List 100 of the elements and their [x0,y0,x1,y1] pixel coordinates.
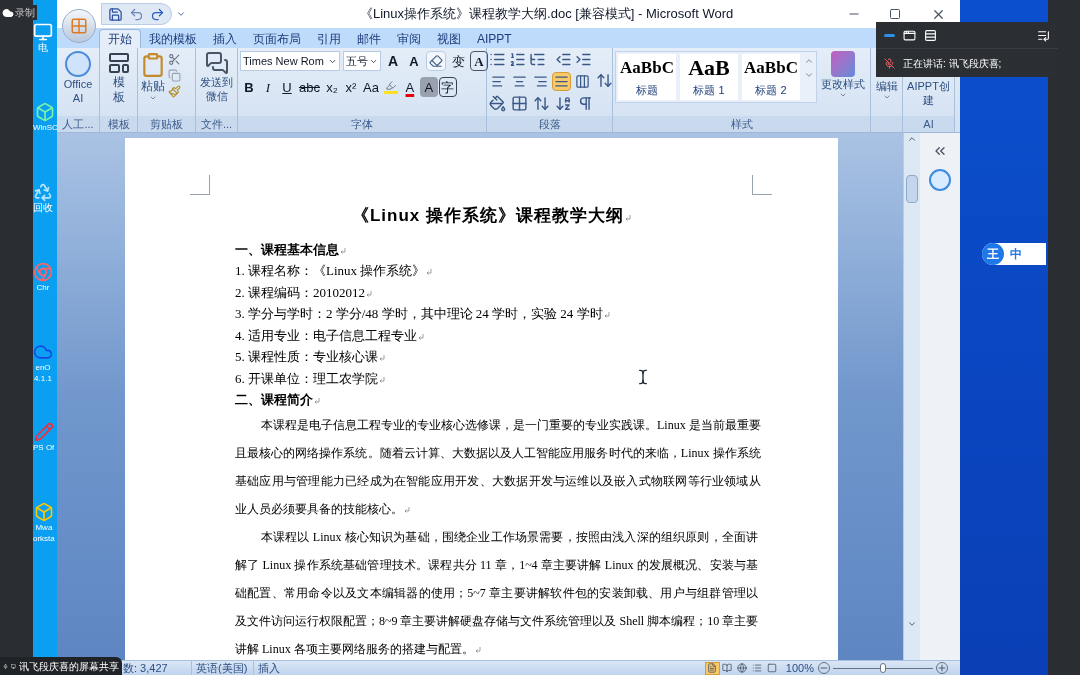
stack-icon[interactable] [924,28,937,42]
list-item: 4. 适用专业：电子信息工程专业 [235,324,424,346]
style-swatch[interactable]: AaB 标题 1 [680,54,738,100]
format-button[interactable]: x₂ [322,77,341,97]
align-button[interactable] [573,72,592,91]
list-item: 3. 学分与学时：2 学分/48 学时，其中理论 24 学时，实验 24 学时 [235,303,610,325]
ribbon-tab[interactable]: AIPPT [469,29,520,48]
template-button[interactable]: 模板 [102,51,135,105]
muted-mic-icon[interactable] [884,57,895,69]
font-name-field[interactable]: Times New Rom [240,51,340,71]
bullet-list-icon[interactable] [489,51,506,68]
format-button[interactable]: 字 [438,77,457,97]
format-button[interactable]: 变 [449,51,467,71]
minimize-bar-icon[interactable] [884,33,895,37]
format-button[interactable]: Aa [360,77,381,97]
maximize-icon[interactable] [889,8,901,20]
styles-icon [831,51,855,77]
insert-mode-status[interactable]: 插入 [253,659,280,675]
format-button[interactable]: A [419,77,438,97]
word-count[interactable]: 数: 3,427 [123,659,191,675]
paragraph-mark-icon [474,646,481,653]
redo-icon[interactable] [150,6,165,22]
show-marks-icon[interactable] [577,95,594,112]
ribbon-tab[interactable]: 引用 [309,29,349,48]
paragraph-mark-icon [404,506,410,513]
view-button[interactable] [734,661,750,675]
eraser-icon [429,54,443,68]
aippt-create-button[interactable]: AIPPT创建 [905,79,952,107]
desktop-icon-label: WinSC [33,122,57,134]
decrease-indent-icon[interactable] [555,51,572,68]
font-size-field[interactable]: 五号 [343,51,381,71]
paragraph-mark-icon [418,333,424,340]
desktop-icon-label: 回收 [33,202,53,214]
zoom-level[interactable]: 100% [785,659,814,675]
office-logo-icon [70,17,88,35]
recording-icon[interactable] [2,6,14,19]
ribbon-tab[interactable]: 邮件 [349,29,389,48]
cut-icon[interactable] [168,53,181,66]
shading-icon[interactable] [489,95,506,112]
ribbon-tab[interactable]: 审阅 [389,29,429,48]
ai-assistant-icon[interactable] [929,169,951,191]
format-button[interactable]: x² [341,77,360,97]
zoom-in-icon[interactable] [936,662,948,674]
asian-layout-icon[interactable] [533,95,550,112]
ribbon-tab[interactable]: 页面布局 [245,29,309,48]
ribbon-tab[interactable]: 视图 [429,29,469,48]
monitor-icon[interactable] [33,22,53,42]
editing-button[interactable]: 编辑 [873,79,900,101]
group-label: AI [903,116,954,132]
template-icon [106,51,131,75]
format-button[interactable]: A [400,77,419,97]
paragraph-mark-icon [603,312,610,318]
recycle-bin-icon[interactable] [33,182,53,202]
office-ai-button[interactable]: Office AI [59,51,97,105]
multilevel-list-icon[interactable] [529,51,546,68]
zoom-slider-thumb[interactable] [880,663,886,673]
paste-button[interactable]: 粘贴 [140,51,166,102]
increase-indent-icon[interactable] [575,51,592,68]
vertical-scrollbar[interactable] [903,133,920,660]
paragraph-mark-icon [314,398,320,404]
format-button[interactable]: B [240,77,258,97]
sort-icon[interactable] [555,95,572,112]
format-button[interactable]: A [384,51,402,71]
group-label: 文件... [196,116,237,132]
format-button[interactable]: U [278,77,296,97]
copy-icon[interactable] [168,69,181,82]
change-styles-button[interactable]: 更改样式 [821,51,865,99]
menu-icon[interactable] [1037,28,1050,42]
desktop-icon-label: Chr [36,282,50,294]
scroll-thumb[interactable] [906,175,918,203]
recording-label: 录制 [15,6,35,20]
borders-icon[interactable] [511,95,528,112]
desktop-icon-label: 电 [38,42,48,54]
group-label: 样式 [613,116,870,132]
customize-toolbar-icon[interactable] [176,9,186,19]
view-button[interactable] [719,661,735,675]
align-button[interactable] [552,72,571,91]
numbered-list-icon[interactable] [509,51,526,68]
window-icon[interactable] [903,28,916,42]
ribbon-tab[interactable]: 开始 [99,29,141,48]
input-method-badge[interactable]: 王 中 [982,243,1046,265]
zoom-slider[interactable] [833,663,933,673]
format-button[interactable]: A [405,51,423,71]
undo-icon[interactable] [129,6,144,22]
view-button[interactable] [704,661,720,675]
line-spacing-icon[interactable] [596,72,613,89]
style-swatch[interactable]: AaBbC 标题 [618,54,676,100]
language-status[interactable]: 英语(美国) [191,659,253,675]
format-button[interactable]: A [470,51,488,71]
send-to-wechat-button[interactable]: 发送到微信 [198,51,235,103]
clear-format-button[interactable] [426,51,446,71]
paragraph-mark-icon [625,215,632,221]
style-swatch[interactable]: AaBbC 标题 2 [742,54,800,100]
ribbon-tab[interactable]: 我的模板 [141,29,205,48]
save-icon[interactable] [108,6,123,22]
format-button[interactable]: abc [297,77,322,97]
screen-share-label: 讯飞段庆喜的屏幕共享 [19,659,119,674]
format-painter-icon[interactable] [168,85,181,98]
format-button[interactable]: I [259,77,277,97]
ribbon-tab[interactable]: 插入 [205,29,245,48]
